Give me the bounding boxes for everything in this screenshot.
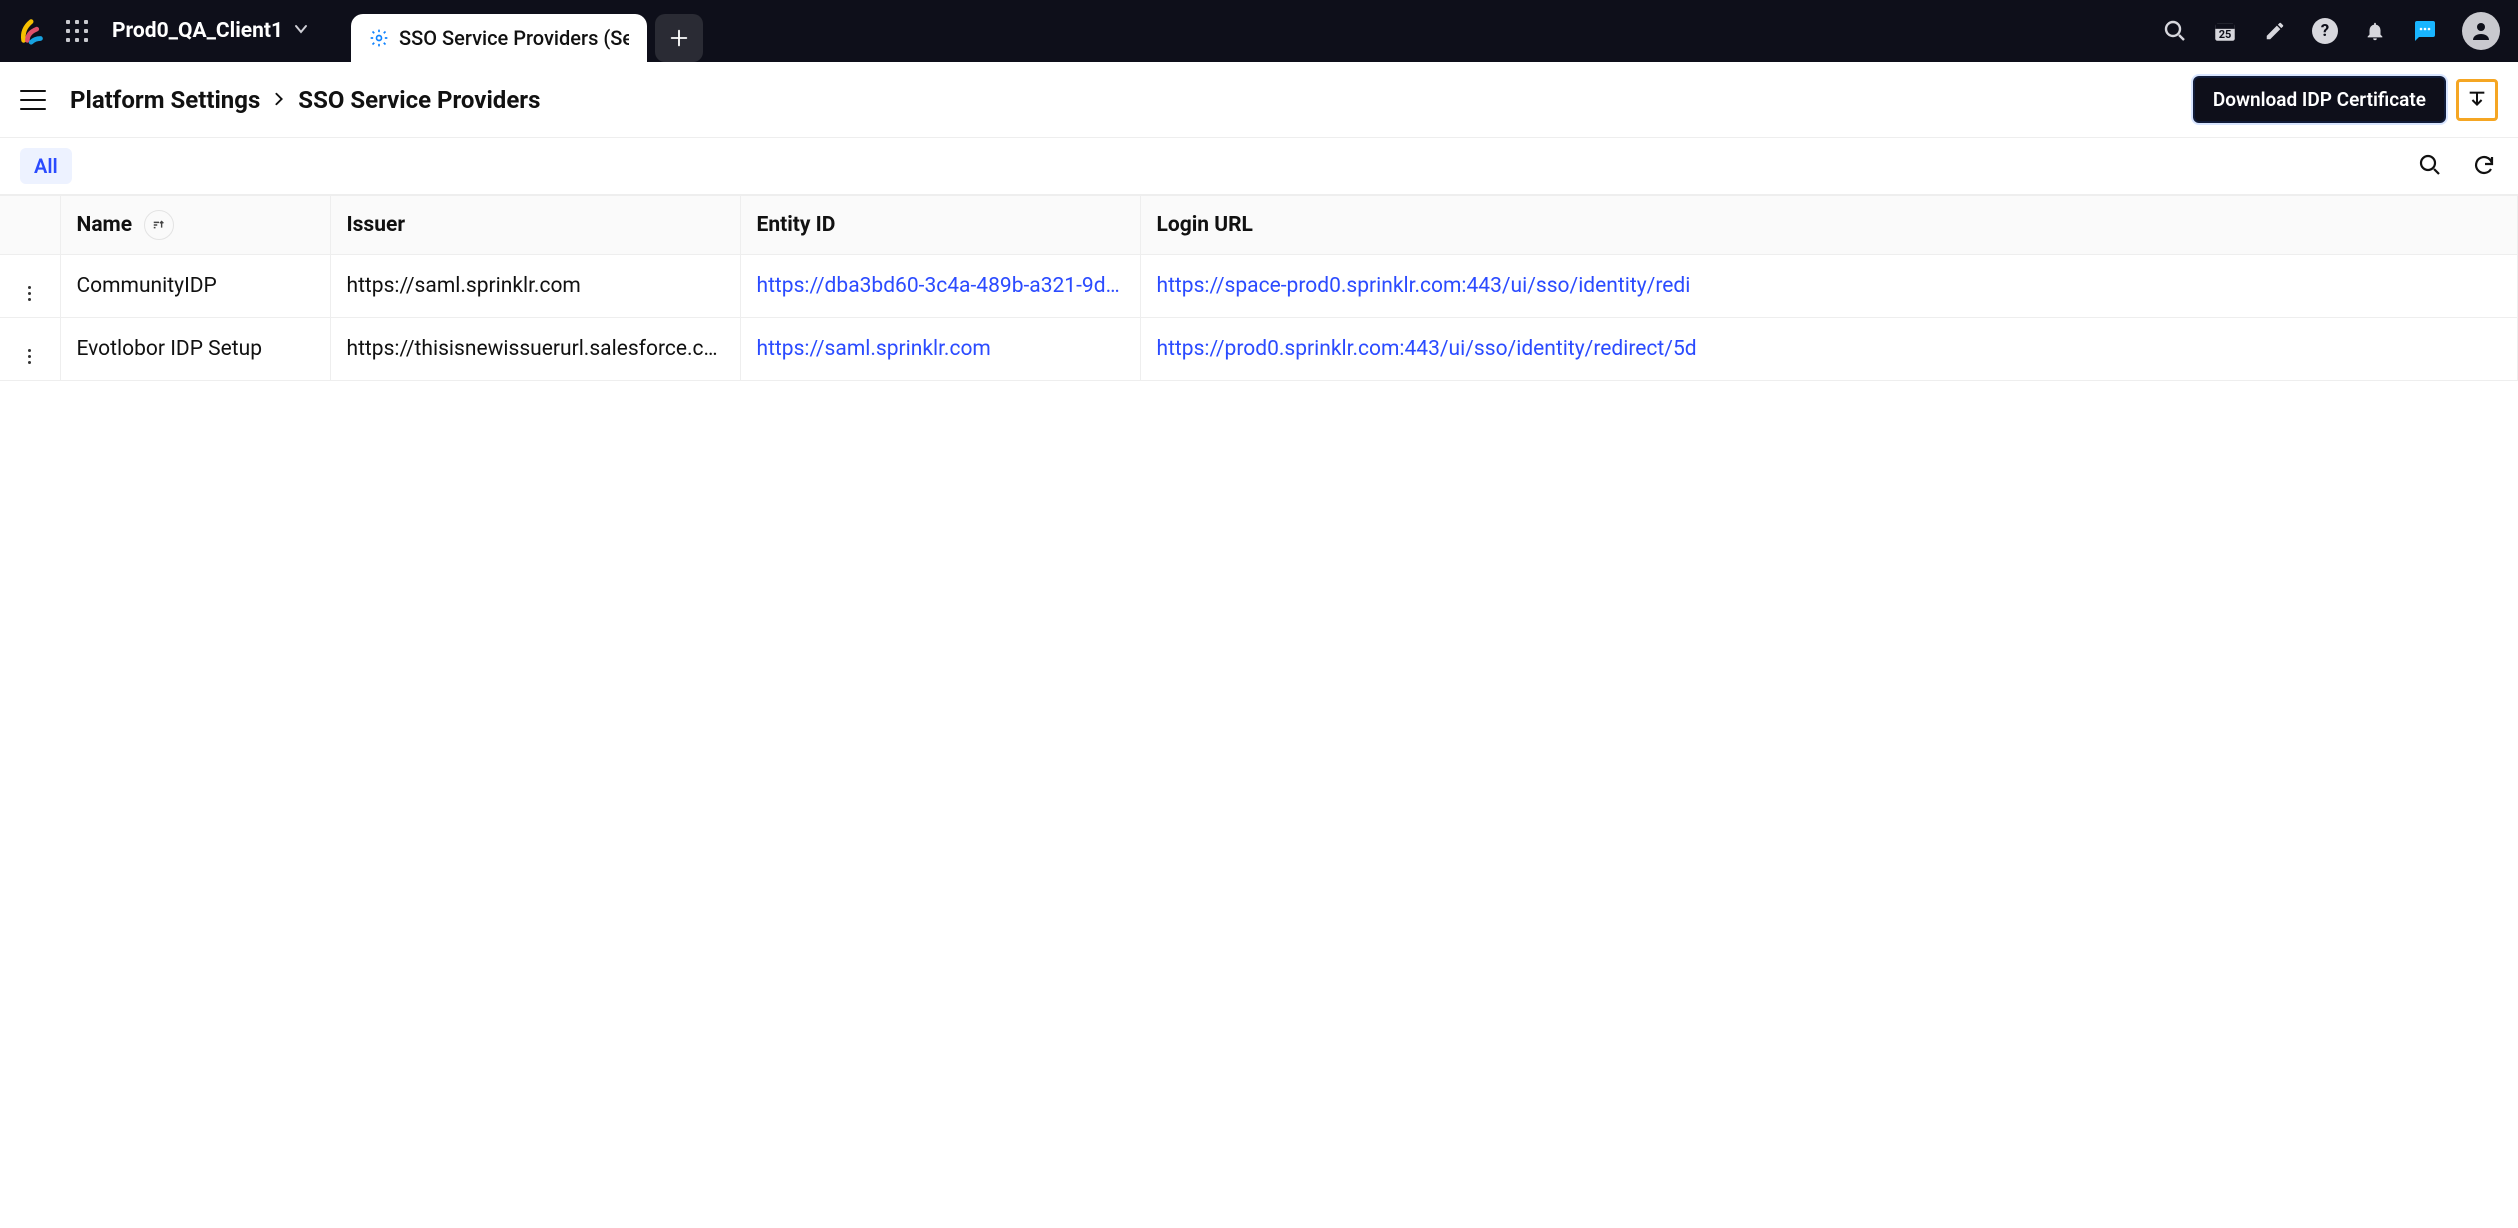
row-actions-menu[interactable] — [0, 318, 60, 381]
filter-actions — [2418, 153, 2498, 179]
new-tab-button[interactable] — [655, 14, 703, 62]
bell-icon[interactable] — [2362, 18, 2388, 44]
filter-bar: All — [0, 138, 2518, 195]
help-icon[interactable]: ? — [2312, 18, 2338, 44]
sort-icon[interactable] — [144, 210, 174, 240]
cell-name: Evotlobor IDP Setup — [60, 318, 330, 381]
topbar-left: Prod0_QA_Client1 SSO Service Providers (… — [18, 0, 703, 62]
search-icon[interactable] — [2162, 18, 2188, 44]
cell-issuer: https://saml.sprinklr.com — [330, 255, 740, 318]
client-selector[interactable]: Prod0_QA_Client1 — [106, 19, 315, 43]
calendar-icon[interactable]: 25 — [2212, 18, 2238, 44]
chevron-down-icon — [293, 19, 309, 43]
apps-menu-icon[interactable] — [66, 20, 88, 42]
calendar-badge: 25 — [2212, 28, 2238, 41]
row-actions-menu[interactable] — [0, 255, 60, 318]
edit-icon[interactable] — [2262, 18, 2288, 44]
tab-label: SSO Service Providers (Setti — [399, 26, 629, 50]
breadcrumb-current: SSO Service Providers — [298, 86, 540, 114]
breadcrumb-parent[interactable]: Platform Settings — [70, 86, 260, 114]
table-row: CommunityIDP https://saml.sprinklr.com h… — [0, 255, 2518, 318]
download-idp-certificate-button[interactable] — [2456, 79, 2498, 121]
column-issuer[interactable]: Issuer — [330, 196, 740, 255]
chevron-right-icon — [272, 87, 286, 112]
gear-icon — [369, 28, 389, 48]
breadcrumb: Platform Settings SSO Service Providers — [70, 86, 540, 114]
kebab-icon — [28, 349, 31, 364]
hamburger-menu-icon[interactable] — [20, 90, 46, 110]
sso-providers-table: Name Issuer Entity ID Login URL — [0, 195, 2518, 381]
cell-entity-id[interactable]: https://dba3bd60-3c4a-489b-a321-9d9bfa5.… — [740, 255, 1140, 318]
subheader: Platform Settings SSO Service Providers … — [0, 62, 2518, 138]
brand-logo[interactable] — [18, 16, 48, 46]
client-name: Prod0_QA_Client1 — [112, 19, 283, 43]
filter-chip-all[interactable]: All — [20, 148, 72, 184]
topbar-right: 25 ? — [2162, 12, 2500, 50]
tab-strip: SSO Service Providers (Setti — [351, 0, 703, 62]
download-idp-certificate-tooltip: Download IDP Certificate — [2193, 76, 2446, 123]
column-entity-id[interactable]: Entity ID — [740, 196, 1140, 255]
kebab-icon — [28, 286, 31, 301]
column-login-url[interactable]: Login URL — [1140, 196, 2518, 255]
cell-login-url[interactable]: https://prod0.sprinklr.com:443/ui/sso/id… — [1140, 318, 2518, 381]
avatar[interactable] — [2462, 12, 2500, 50]
topbar: Prod0_QA_Client1 SSO Service Providers (… — [0, 0, 2518, 62]
subheader-actions: Download IDP Certificate — [2193, 76, 2498, 123]
column-name-label: Name — [77, 213, 133, 237]
table-row: Evotlobor IDP Setup https://thisisnewiss… — [0, 318, 2518, 381]
chat-icon[interactable] — [2412, 18, 2438, 44]
cell-login-url[interactable]: https://space-prod0.sprinklr.com:443/ui/… — [1140, 255, 2518, 318]
column-actions — [0, 196, 60, 255]
cell-name: CommunityIDP — [60, 255, 330, 318]
cell-issuer: https://thisisnewissuerurl.salesforce.co… — [330, 318, 740, 381]
tab-sso-service-providers[interactable]: SSO Service Providers (Setti — [351, 14, 647, 62]
table-search-icon[interactable] — [2418, 153, 2444, 179]
column-name[interactable]: Name — [60, 196, 330, 255]
cell-entity-id[interactable]: https://saml.sprinklr.com — [740, 318, 1140, 381]
refresh-icon[interactable] — [2472, 153, 2498, 179]
